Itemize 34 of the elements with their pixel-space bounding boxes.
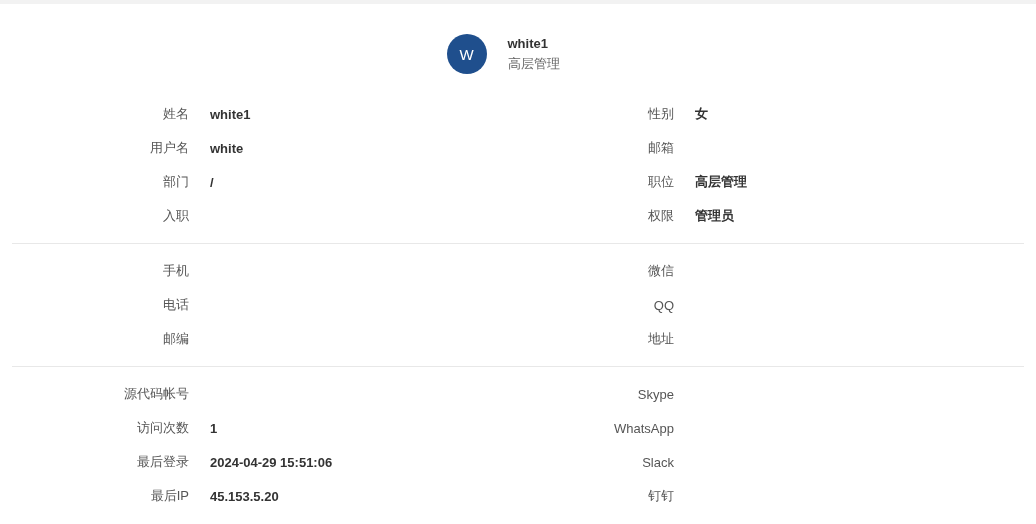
field-label: 最后登录 (137, 453, 189, 471)
field-value: 管理员 (695, 207, 734, 225)
field-label: Slack (642, 454, 674, 470)
field-label: 微信 (648, 262, 674, 280)
field-label: 职位 (648, 173, 674, 191)
field-label: WhatsApp (614, 420, 674, 436)
field-label: 邮箱 (648, 139, 674, 157)
field-value: 高层管理 (695, 173, 747, 191)
field-value: 2024-04-29 15:51:06 (210, 454, 333, 470)
field-label: Skype (637, 386, 674, 402)
field-label: 手机 (163, 262, 189, 280)
avatar: W (446, 34, 487, 74)
field-label: 邮编 (163, 330, 189, 348)
field-label: 钉钉 (648, 487, 674, 505)
field-value: 1 (210, 420, 218, 436)
field-value: white (210, 140, 244, 156)
field-label: 源代码帐号 (124, 385, 189, 403)
field-label: 权限 (648, 207, 674, 225)
field-value: 45.153.5.20 (210, 488, 279, 504)
field-label: 用户名 (150, 139, 189, 157)
field-label: 地址 (648, 330, 674, 348)
field-label: 性别 (648, 105, 674, 123)
field-label: QQ (653, 297, 674, 313)
user-name: white1 (507, 35, 549, 51)
field-label: 部门 (163, 173, 189, 191)
user-role: 高层管理 (507, 54, 560, 73)
field-label: 姓名 (163, 105, 189, 123)
field-value: / (210, 174, 214, 190)
field-value: 女 (695, 105, 708, 123)
field-label: 访问次数 (137, 419, 189, 437)
field-label: 最后IP (150, 487, 189, 505)
field-value: white1 (210, 106, 251, 122)
field-label: 入职 (163, 207, 189, 225)
field-label: 电话 (163, 296, 189, 314)
